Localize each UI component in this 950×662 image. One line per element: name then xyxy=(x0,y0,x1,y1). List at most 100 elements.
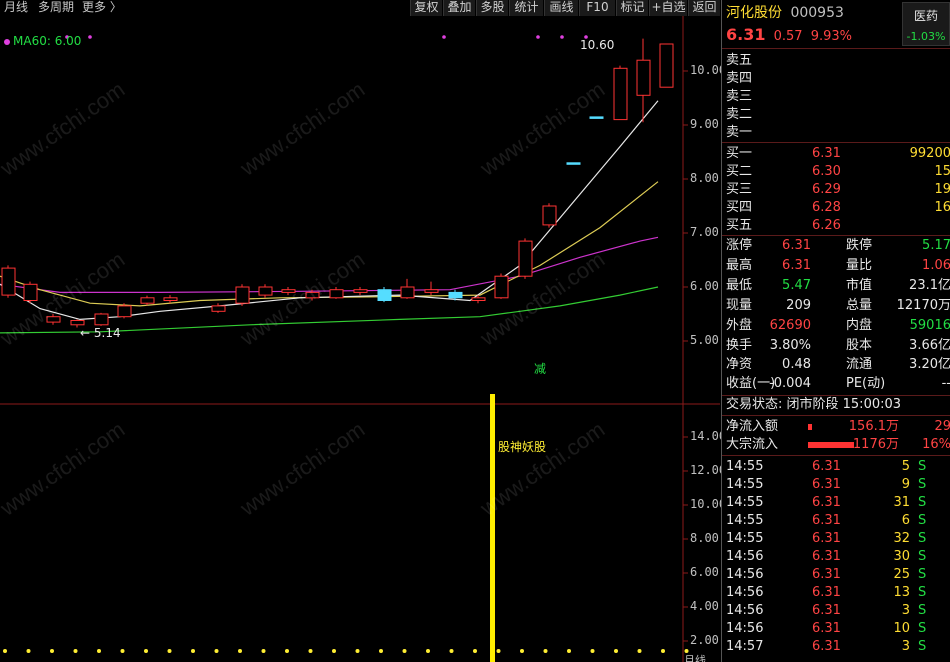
stat-label: 流通 xyxy=(846,357,873,372)
ask-label: 卖二 xyxy=(726,107,753,122)
candle-body xyxy=(305,291,320,299)
volume-tick-label: 4.00 xyxy=(690,599,719,613)
price-change: 0.57 xyxy=(773,29,803,44)
tick-row: 14:56 6.31 13 S xyxy=(726,584,950,602)
flow-label: 净流入额 xyxy=(726,419,779,434)
bottom-marker-dot xyxy=(614,649,618,653)
tick-row: 14:56 6.31 25 S xyxy=(726,566,950,584)
bottom-marker-dot xyxy=(379,649,383,653)
tick-row: 14:57 6.31 3 S xyxy=(726,638,950,656)
sector-name: 医药 xyxy=(913,9,938,23)
bid-price: 6.30 xyxy=(812,164,841,179)
ma60-dot-icon xyxy=(4,38,10,45)
tick-row: 14:55 6.31 9 S xyxy=(726,476,950,494)
tick-side: S xyxy=(918,621,927,636)
back-button[interactable]: 返回 xyxy=(688,0,720,16)
candle-body xyxy=(542,205,557,226)
bid-volume: 19 xyxy=(934,182,950,197)
tick-time: 14:56 xyxy=(726,621,764,636)
tick-volume: 32 xyxy=(893,531,910,546)
candle-body xyxy=(377,289,392,302)
tick-price: 6.31 xyxy=(812,513,841,528)
more-menu-button[interactable]: 更多 〉 xyxy=(82,0,122,14)
candle-body xyxy=(329,289,344,299)
tick-time: 14:56 xyxy=(726,549,764,564)
tick-price: 6.31 xyxy=(812,621,841,636)
mark-button[interactable]: 标记 xyxy=(616,0,648,16)
stock-name: 河化股份 xyxy=(726,5,782,21)
flow-pct: 16% xyxy=(922,437,950,452)
tick-time: 14:55 xyxy=(726,477,764,492)
ma-line-purple xyxy=(0,236,659,293)
tick-row: 14:55 6.31 5 S xyxy=(726,458,950,476)
tick-volume: 30 xyxy=(893,549,910,564)
top-toolbar: 月线 多周期 更多 〉 复权 叠加 多股 统计 画线 F10 标记 +自选 返回 xyxy=(0,0,720,16)
bottom-marker-dot xyxy=(637,649,642,653)
tick-side: S xyxy=(918,459,927,474)
bottom-marker-dot xyxy=(496,649,501,653)
multi-period-button[interactable]: 多周期 xyxy=(38,0,74,14)
ma60-value: MA60: 6.00 xyxy=(13,34,82,48)
add-favorite-button[interactable]: +自选 xyxy=(649,0,687,16)
bid-label: 买三 xyxy=(726,182,753,197)
candle-body xyxy=(281,289,296,293)
candle-body xyxy=(258,286,273,296)
candle-body xyxy=(1,267,16,296)
bid-price: 6.29 xyxy=(812,182,841,197)
f10-button[interactable]: F10 xyxy=(579,0,615,16)
tick-row: 14:56 6.31 10 S xyxy=(726,620,950,638)
stat-label: 净资 xyxy=(726,357,753,372)
bottom-marker-dot xyxy=(543,649,548,653)
stat-value: 12170万 xyxy=(896,298,950,313)
price-tick-label: 8.00 xyxy=(690,171,719,185)
tick-price: 6.31 xyxy=(812,585,841,600)
last-price: 6.31 xyxy=(726,25,766,44)
ma-line-yellow xyxy=(0,181,659,307)
bottom-marker-dot xyxy=(214,649,219,653)
bid-volume: 99200 xyxy=(909,146,950,161)
bid-volume: 15 xyxy=(934,164,950,179)
stock-title: 河化股份 000953 xyxy=(726,4,844,22)
high-annotation: 10.60 xyxy=(580,38,615,52)
candle-body xyxy=(589,116,604,119)
quote-panel: 河化股份 000953 医药 -1.03% 6.31 0.57 9.93% 卖五… xyxy=(721,0,950,662)
flow-pct: 29 xyxy=(934,419,950,434)
tick-price: 6.31 xyxy=(812,549,841,564)
bottom-marker-dot xyxy=(285,649,289,653)
tick-side: S xyxy=(918,531,927,546)
volume-tick-label: 8.00 xyxy=(690,531,719,545)
stat-label: 市值 xyxy=(846,278,873,293)
tick-price: 6.31 xyxy=(812,531,841,546)
candle-body xyxy=(117,305,132,318)
bottom-marker-dot xyxy=(661,649,665,653)
stat-label: PE(动) xyxy=(846,376,886,391)
adjust-button[interactable]: 复权 xyxy=(410,0,442,16)
stat-label: 最高 xyxy=(726,258,753,273)
bid-price: 6.28 xyxy=(812,200,841,215)
tick-price: 6.31 xyxy=(812,603,841,618)
flow-label: 大宗流入 xyxy=(726,437,779,452)
multi-stock-button[interactable]: 多股 xyxy=(476,0,508,16)
tick-time: 14:55 xyxy=(726,513,764,528)
candle-body xyxy=(70,319,85,326)
draw-line-button[interactable]: 画线 xyxy=(544,0,578,16)
overlay-button[interactable]: 叠加 xyxy=(443,0,475,16)
flow-value: 156.1万 xyxy=(848,419,899,434)
sector-box[interactable]: 医药 -1.03% xyxy=(902,2,950,46)
candle-body xyxy=(163,297,178,301)
stat-value: -- xyxy=(941,376,950,391)
stat-value: 5.17 xyxy=(922,238,950,253)
stat-value: 62690 xyxy=(769,318,811,333)
candle-body xyxy=(566,162,581,165)
stats-button[interactable]: 统计 xyxy=(509,0,543,16)
bottom-marker-dot xyxy=(73,649,78,653)
bid-label: 买四 xyxy=(726,200,753,215)
tick-side: S xyxy=(918,495,927,510)
top-marker-dot xyxy=(536,35,540,39)
bottom-marker-dot xyxy=(120,649,125,653)
price-change-pct: 9.93% xyxy=(810,29,853,44)
stat-label: 收益(一) xyxy=(726,376,776,391)
flow-bar xyxy=(808,442,854,448)
period-month-button[interactable]: 月线 xyxy=(4,0,28,14)
tick-price: 6.31 xyxy=(812,459,841,474)
